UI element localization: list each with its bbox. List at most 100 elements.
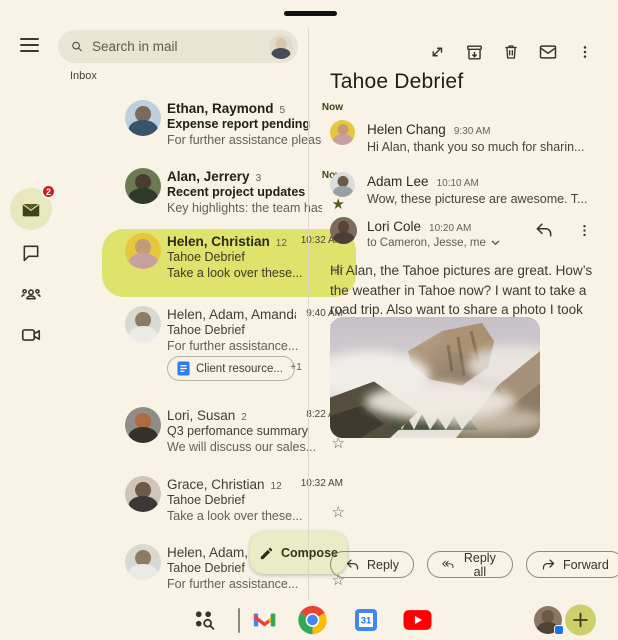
avatar <box>125 476 161 512</box>
calendar-day: 31 <box>361 616 372 627</box>
message-snippet: Wow, these picturese are awesome. T... <box>367 192 594 206</box>
chat-icon <box>21 243 41 263</box>
gmail-window: 2 <box>0 0 618 640</box>
more-options-icon[interactable] <box>575 42 595 62</box>
menu-icon[interactable] <box>20 38 39 52</box>
thread-names: Grace, Christian <box>167 477 265 492</box>
thread-snippet: Take a look over these... <box>167 509 322 523</box>
mark-unread-icon[interactable] <box>538 42 558 62</box>
message-sender: Helen Chang <box>367 122 446 137</box>
thread-count: 5 <box>280 105 286 116</box>
thread-snippet: Take a look over these... <box>167 266 322 280</box>
thread-count: 3 <box>256 173 262 184</box>
section-label: Inbox <box>70 70 97 82</box>
thread-names: Helen, Adam, Amanda <box>167 307 296 322</box>
taskbar-divider <box>238 608 240 633</box>
thread-snippet: For further assistance... <box>167 339 322 353</box>
search-icon <box>71 38 83 55</box>
thread-names: Helen, Adam, A <box>167 545 260 560</box>
message-sender: Lori Cole <box>367 219 421 234</box>
reply-all-button[interactable]: Reply all <box>427 551 513 578</box>
chrome-app-icon[interactable] <box>297 605 328 636</box>
rail-item-spaces[interactable] <box>10 274 52 316</box>
gmail-app-icon[interactable] <box>251 607 278 634</box>
thread-snippet: For further assistance please... <box>167 133 322 147</box>
avatar <box>125 544 161 580</box>
thread-snippet: Key highlights: the team has a... <box>167 201 322 215</box>
conversation-title: Tahoe Debrief <box>330 70 463 94</box>
reply-all-label: Reply all <box>462 551 498 579</box>
thread-subject: Q3 perfomance summary <box>167 424 308 438</box>
search-input[interactable] <box>92 39 269 54</box>
attachment-image[interactable] <box>330 317 540 438</box>
message-collapsed[interactable]: Adam Lee 10:10 AM Wow, these picturese ar… <box>330 170 594 215</box>
thread-subject: Tahoe Debrief <box>167 323 245 337</box>
thread-subject: Expense report pending <box>167 117 310 131</box>
rail-item-meet[interactable] <box>10 314 52 356</box>
mail-unread-badge: 2 <box>41 184 56 199</box>
thread-subject: Tahoe Debrief <box>167 493 245 507</box>
document-icon <box>177 361 190 376</box>
avatar <box>125 100 161 136</box>
account-avatar[interactable] <box>269 35 293 59</box>
taskbar-avatar[interactable] <box>534 606 562 634</box>
attachment-chip[interactable]: Client resource... <box>167 356 295 381</box>
message-expanded-header[interactable]: Lori Cole 10:20 AM to Cameron, Jesse, me <box>330 215 594 260</box>
reply-all-icon <box>442 558 455 571</box>
new-window-button[interactable] <box>565 605 596 636</box>
archive-icon[interactable] <box>464 42 484 62</box>
message-actions: Reply Reply all Forward <box>330 551 618 578</box>
expand-icon[interactable] <box>427 42 447 62</box>
mail-icon <box>20 198 42 220</box>
avatar <box>330 172 355 197</box>
rail-item-chat[interactable] <box>10 232 52 274</box>
message-time: 10:20 AM <box>429 223 471 234</box>
meet-icon <box>20 324 42 346</box>
thread-subject: Recent project updates <box>167 185 305 199</box>
avatar <box>125 306 161 342</box>
message-recipients: to Cameron, Jesse, me <box>367 237 486 249</box>
youtube-app-icon[interactable] <box>403 610 432 631</box>
thread-snippet: We will discuss our sales... <box>167 440 322 454</box>
thread-names: Helen, Christian <box>167 234 270 249</box>
pencil-icon <box>259 546 274 561</box>
reply-icon[interactable] <box>534 220 554 240</box>
thread-names: Lori, Susan <box>167 408 235 423</box>
thread-list-pane: Inbox Ethan, Raymond5 Now Expense report… <box>55 0 308 600</box>
message-snippet: Hi Alan, thank you so much for sharin... <box>367 140 594 154</box>
message-time: 10:10 AM <box>437 178 479 189</box>
thread-count: 2 <box>241 412 247 423</box>
search-bar[interactable] <box>58 30 298 63</box>
thread-count: 12 <box>276 238 287 249</box>
plus-icon <box>573 613 588 628</box>
avatar <box>125 233 161 269</box>
avatar <box>330 120 355 145</box>
message-sender: Adam Lee <box>367 174 429 189</box>
chevron-down-icon[interactable] <box>491 240 500 246</box>
thread-count: 12 <box>271 481 282 492</box>
message-time: 9:30 AM <box>454 126 491 137</box>
reply-icon <box>345 558 360 571</box>
spaces-icon <box>20 284 42 306</box>
forward-label: Forward <box>563 558 609 572</box>
thread-subject: Tahoe Debrief <box>167 561 245 575</box>
message-collapsed[interactable]: Helen Chang 9:30 AM Hi Alan, thank you so… <box>330 118 594 163</box>
message-more-icon[interactable] <box>574 220 594 240</box>
taskbar: 31 <box>0 600 618 640</box>
nav-rail: 2 <box>0 0 55 600</box>
conversation-pane: Tahoe Debrief Helen Chang 9:30 AM Hi Alan… <box>308 0 618 600</box>
thread-names: Alan, Jerrery <box>167 169 250 184</box>
reply-button[interactable]: Reply <box>330 551 414 578</box>
calendar-app-icon[interactable]: 31 <box>354 608 378 632</box>
chat-badge-icon <box>554 625 564 635</box>
avatar <box>330 217 357 244</box>
thread-names: Ethan, Raymond <box>167 101 274 116</box>
chip-label: Client resource... <box>196 363 283 375</box>
reply-label: Reply <box>367 558 399 572</box>
chip-extra-count: +1 <box>290 361 302 373</box>
rail-item-mail[interactable]: 2 <box>10 188 52 230</box>
delete-icon[interactable] <box>501 42 521 62</box>
app-search-icon[interactable] <box>193 609 216 632</box>
forward-button[interactable]: Forward <box>526 551 618 578</box>
thread-subject: Tahoe Debrief <box>167 250 245 264</box>
